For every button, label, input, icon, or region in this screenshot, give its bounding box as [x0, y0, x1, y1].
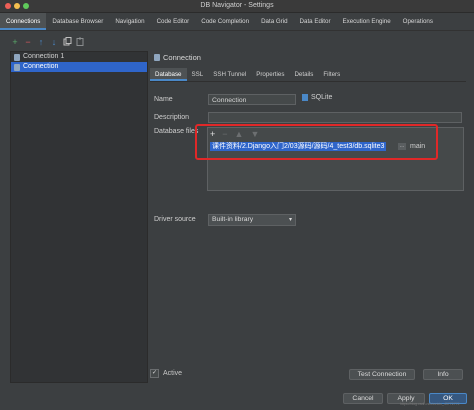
remove-file-icon[interactable]: − [222, 129, 227, 139]
copy-icon[interactable] [62, 37, 72, 47]
subtab-filters[interactable]: Filters [318, 68, 345, 81]
database-icon [14, 63, 20, 71]
active-checkbox-row[interactable]: ✓ Active [150, 369, 182, 378]
paste-icon[interactable] [75, 37, 85, 47]
connection-label: Connection 1 [23, 53, 65, 60]
database-icon [14, 53, 20, 61]
database-type-label: SQLite [311, 94, 333, 101]
list-item-connection-1[interactable]: Connection 1 [11, 52, 147, 62]
name-label: Name [154, 96, 173, 103]
connections-toolbar: + − ↑ ↓ [10, 36, 85, 48]
driver-source-value: Built-in library [212, 216, 254, 223]
connection-list: Connection 1 Connection [10, 51, 148, 383]
connection-subtabs: Database SSL SSH Tunnel Properties Detai… [150, 68, 466, 82]
subtab-database[interactable]: Database [150, 68, 187, 81]
tab-operations[interactable]: Operations [397, 13, 439, 30]
description-field[interactable] [208, 112, 462, 123]
move-up-icon[interactable]: ↑ [36, 37, 46, 47]
database-type: SQLite [302, 94, 332, 101]
database-files-table: + − ▲ ▼ 课件资料/2.Django入门2/03源码/源码/4_test3… [207, 127, 464, 191]
test-connection-button[interactable]: Test Connection [349, 369, 415, 380]
window-title: DB Navigator - Settings [200, 2, 274, 9]
name-field[interactable]: Connection [208, 94, 296, 105]
browse-file-button[interactable]: … [398, 143, 406, 150]
driver-source-label: Driver source [154, 216, 196, 223]
active-checkbox[interactable]: ✓ [150, 369, 159, 378]
tab-code-editor[interactable]: Code Editor [151, 13, 196, 30]
tab-code-completion[interactable]: Code Completion [195, 13, 255, 30]
connection-label: Connection [23, 63, 59, 70]
chevron-down-icon: ▾ [288, 217, 292, 223]
info-button[interactable]: Info [423, 369, 463, 380]
tab-connections[interactable]: Connections [0, 13, 47, 30]
tab-execution-engine[interactable]: Execution Engine [337, 13, 397, 30]
connection-header-title: Connection [163, 53, 201, 62]
move-file-up-icon[interactable]: ▲ [235, 129, 244, 139]
move-down-icon[interactable]: ↓ [49, 37, 59, 47]
tab-database-browser[interactable]: Database Browser [46, 13, 109, 30]
subtab-properties[interactable]: Properties [251, 68, 289, 81]
tab-data-grid[interactable]: Data Grid [255, 13, 293, 30]
add-file-icon[interactable]: + [210, 129, 215, 139]
list-item-connection[interactable]: Connection [11, 62, 147, 72]
cancel-button[interactable]: Cancel [343, 393, 383, 404]
file-schema-field[interactable]: main [410, 142, 425, 151]
driver-source-select[interactable]: Built-in library ▾ [208, 214, 296, 226]
tab-navigation[interactable]: Navigation [109, 13, 150, 30]
database-icon [154, 54, 160, 61]
sqlite-icon [302, 94, 308, 101]
add-connection-icon[interactable]: + [10, 37, 20, 47]
description-label: Description [154, 114, 190, 121]
move-file-down-icon[interactable]: ▼ [250, 129, 259, 139]
window-titlebar: DB Navigator - Settings [0, 0, 474, 13]
files-toolbar: + − ▲ ▼ [210, 129, 259, 139]
subtab-ssl[interactable]: SSL [187, 68, 209, 81]
remove-connection-icon[interactable]: − [23, 37, 33, 47]
database-files-label: Database files [154, 128, 199, 135]
watermark: https://blog.csdn.net/weixin_43772772 [400, 402, 460, 406]
connection-header: Connection [154, 53, 201, 62]
tab-data-editor[interactable]: Data Editor [294, 13, 337, 30]
active-label: Active [163, 370, 183, 377]
subtab-details[interactable]: Details [289, 68, 318, 81]
subtab-ssh-tunnel[interactable]: SSH Tunnel [208, 68, 251, 81]
settings-category-tabs: Connections Database Browser Navigation … [0, 13, 474, 31]
file-path-field[interactable]: 课件资料/2.Django入门2/03源码/源码/4_test3/db.sqli… [210, 142, 387, 151]
